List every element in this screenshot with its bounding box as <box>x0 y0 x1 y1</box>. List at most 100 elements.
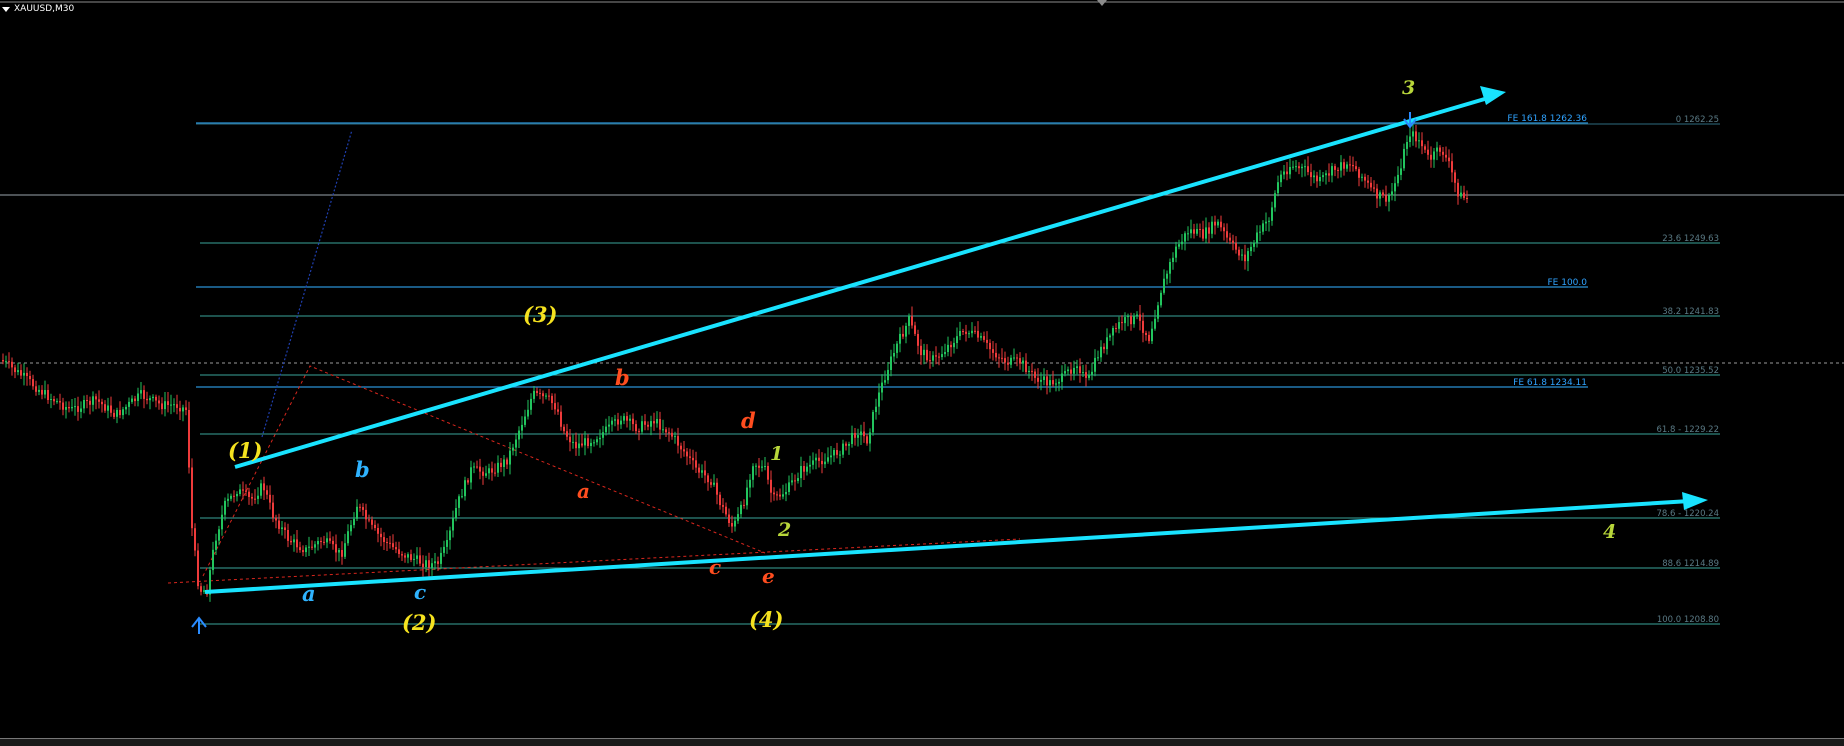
candle-body <box>317 541 319 545</box>
candle-body <box>302 550 304 553</box>
candle-body <box>182 407 184 412</box>
wave-label-3: (3) <box>523 302 557 327</box>
candle-body <box>1286 171 1288 175</box>
candle-body <box>1214 221 1216 226</box>
candle-body <box>926 349 928 361</box>
upper-trend-line[interactable] <box>234 96 1489 469</box>
candle-body <box>650 421 652 427</box>
candle-body <box>1169 262 1171 274</box>
fib-retracement-label: 88.6 1214.89 <box>1662 559 1719 569</box>
candle-body <box>815 457 817 461</box>
candle-body <box>869 432 871 444</box>
candle-body <box>404 555 406 558</box>
candle-body <box>1415 131 1417 142</box>
candle-body <box>1211 221 1213 234</box>
candle-body <box>95 396 97 400</box>
fib-expansion-dotted-line[interactable] <box>261 129 353 438</box>
candle-body <box>491 468 493 473</box>
candle-body <box>503 459 505 467</box>
candle-body <box>128 401 130 407</box>
candle-body <box>746 487 748 506</box>
candle-body <box>449 530 451 541</box>
candle-body <box>1313 175 1315 178</box>
candle-body <box>620 420 622 425</box>
candle-body <box>1235 243 1237 250</box>
candle-body <box>1331 166 1333 176</box>
candle-body <box>74 406 76 408</box>
lower-trend-line[interactable] <box>204 499 1691 594</box>
candle-body <box>89 400 91 405</box>
candle-body <box>1094 357 1096 372</box>
candle-body <box>152 396 154 399</box>
candle-body <box>329 538 331 541</box>
candle-body <box>1406 142 1408 149</box>
candle-body <box>695 460 697 468</box>
wave-label-4-small: 4 <box>1603 521 1616 543</box>
candle-body <box>371 519 373 525</box>
candle-body <box>260 483 262 496</box>
candle-body <box>983 336 985 340</box>
candle-body <box>923 349 925 356</box>
fib-retracement-label: 61.8 - 1229.22 <box>1656 425 1719 435</box>
candle-body <box>1184 233 1186 242</box>
candle-body <box>269 494 271 503</box>
candle-body <box>722 505 724 507</box>
candle-body <box>767 466 769 480</box>
candle-body <box>1298 166 1300 169</box>
candle-body <box>893 353 895 357</box>
candle-body <box>1346 164 1348 169</box>
fib-retracement-label: 23.6 1249.63 <box>1662 234 1719 244</box>
candle-body <box>740 504 742 515</box>
lower-dashed-line[interactable] <box>167 538 1021 584</box>
candle-body <box>848 444 850 446</box>
candle-body <box>1361 176 1363 178</box>
candle-body <box>938 356 940 358</box>
candle-body <box>1154 318 1156 329</box>
candle-body <box>896 343 898 353</box>
candle-body <box>1403 148 1405 169</box>
candle-body <box>545 395 547 397</box>
candle-body <box>743 504 745 506</box>
candle-body <box>1175 246 1177 258</box>
candle-body <box>1046 376 1048 386</box>
candle-body <box>839 454 841 456</box>
candle-body <box>278 520 280 529</box>
fib-retracement-label: 0 1262.25 <box>1676 115 1719 125</box>
candle-body <box>719 494 721 506</box>
fib-retracement-dashed-line[interactable] <box>202 365 766 577</box>
candle-body <box>785 492 787 495</box>
candle-body <box>179 407 181 412</box>
candle-body <box>257 495 259 499</box>
candle-body <box>1256 232 1258 243</box>
wave-label-2-small: 2 <box>777 519 791 541</box>
candle-body <box>737 514 739 521</box>
arrow-up-icon <box>191 616 207 634</box>
candle-body <box>1307 166 1309 173</box>
candle-body <box>701 470 703 473</box>
candle-body <box>905 325 907 337</box>
fib-retracement-label: 78.6 - 1220.24 <box>1656 509 1719 519</box>
candle-body <box>1088 374 1090 378</box>
chevron-down-icon[interactable] <box>2 7 10 12</box>
candle-body <box>668 432 670 434</box>
candle-body <box>158 400 160 404</box>
candle-body <box>14 367 16 373</box>
candle-body <box>65 407 67 410</box>
candle-body <box>1058 381 1060 384</box>
candle-body <box>1118 322 1120 329</box>
wave-label-1: (1) <box>228 438 262 463</box>
candle-body <box>1223 227 1225 232</box>
candle-body <box>299 547 301 551</box>
triangle-down-icon[interactable] <box>1097 0 1107 6</box>
candle-body <box>254 498 256 500</box>
candle-body <box>518 430 520 440</box>
chart-area[interactable]: XAUUSD,M30 FE 161.8 1262.36 FE 100.0 FE … <box>0 0 1844 746</box>
candle-body <box>425 560 427 567</box>
candle-body <box>563 426 565 432</box>
candle-body <box>1340 162 1342 171</box>
candle-body <box>236 494 238 497</box>
candle-body <box>515 439 517 448</box>
candle-body <box>683 449 685 452</box>
candle-body <box>116 410 118 417</box>
candle-body <box>1043 376 1045 380</box>
